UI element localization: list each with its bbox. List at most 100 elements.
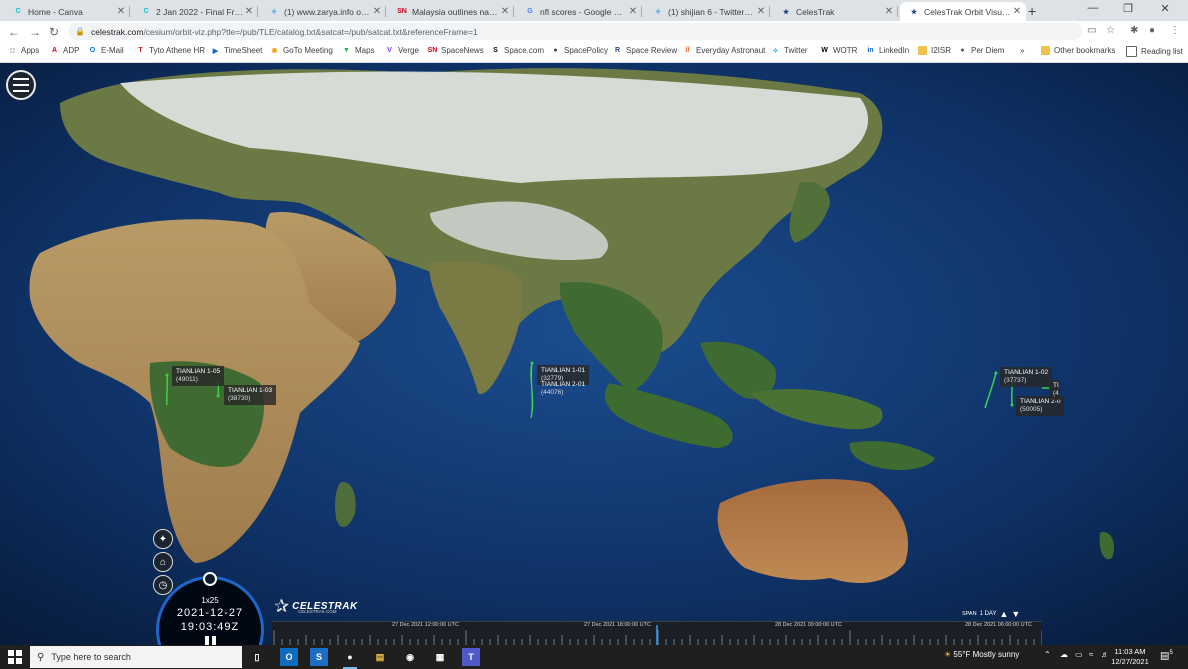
bookmarks-bar: » Other bookmarks Reading list ∷ Apps A ADP… <box>0 43 1188 63</box>
chrome-icon[interactable]: ● <box>341 648 359 669</box>
bookmark-spacenews[interactable]: SN SpaceNews <box>428 46 484 55</box>
teams-icon[interactable]: T <box>462 648 480 666</box>
bookmark-space-review[interactable]: R Space Review <box>613 46 677 55</box>
tab-4[interactable]: Gnfl scores - Google Search✕ <box>516 2 642 21</box>
taskbar-clock[interactable]: 11:03 AM 12/27/2021 <box>1110 647 1150 667</box>
outlook-icon[interactable]: O <box>280 648 298 666</box>
hamburger-menu-icon[interactable] <box>6 70 36 100</box>
satellite-label[interactable]: TIANLIAN 1-05 (49011) <box>172 366 225 386</box>
earth-map[interactable] <box>0 63 1188 645</box>
bookmark-per-diem[interactable]: ● Per Diem <box>958 46 1004 55</box>
satellite-label[interactable]: TIANLIAN 2-01 (44076) <box>537 379 589 399</box>
tab-close-icon[interactable]: ✕ <box>755 6 767 17</box>
gotomeeting-icon: ✺ <box>271 47 278 55</box>
more-menu-icon[interactable]: ⋮ <box>1170 25 1180 36</box>
tab-6[interactable]: ★ CelesTrak ✕ <box>772 2 898 21</box>
tab-3[interactable]: SNMalaysia outlines national✕ <box>388 2 514 21</box>
bookmark-timesheet[interactable]: ▶ TimeSheet <box>211 46 263 55</box>
weather-widget[interactable]: ☀ 55°F Mostly sunny <box>944 650 1019 659</box>
new-tab-button[interactable]: + <box>1028 3 1036 19</box>
install-icon[interactable]: ▭ <box>1087 25 1096 36</box>
tab-1[interactable]: C2 Jan 2022 - Final Frontier✕ <box>132 2 258 21</box>
bookmark-adp[interactable]: A ADP <box>50 46 79 55</box>
sun-icon: ☀ <box>944 650 952 659</box>
outlook-icon: O <box>89 47 96 54</box>
maps-icon: ▼ <box>343 47 350 54</box>
bookmark-maps[interactable]: ▼ Maps <box>342 46 375 55</box>
sat-marker <box>216 394 220 398</box>
forward-icon[interactable]: → <box>29 25 41 39</box>
back-icon[interactable]: ← <box>8 25 20 39</box>
skype-for-business-icon[interactable]: S <box>310 648 328 666</box>
satellite-label[interactable]: TI (4 <box>1049 380 1060 400</box>
extensions-icon[interactable]: ✱ <box>1130 25 1138 36</box>
notifications-icon[interactable]: ▤5 <box>1160 650 1173 661</box>
windows-start-icon[interactable] <box>8 650 22 664</box>
minimize-button[interactable]: — <box>1078 2 1108 14</box>
other-bookmarks[interactable]: Other bookmarks <box>1041 46 1115 55</box>
taskbar-search-box[interactable]: ⚲ Type here to search <box>30 646 242 668</box>
network-icon[interactable]: ▭ <box>1075 650 1083 659</box>
tab-close-icon[interactable]: ✕ <box>115 6 127 17</box>
bookmark-spacepolicy[interactable]: ● SpacePolicy <box>551 46 608 55</box>
volume-icon[interactable]: ♬ <box>1101 650 1109 659</box>
calculator-icon[interactable]: ▦ <box>431 648 449 666</box>
timeline-bar[interactable]: 27 Dec 2021 12:00:00 UTC 27 Dec 2021 18:… <box>272 621 1042 645</box>
satellite-label[interactable]: TIANLIAN 1-03 (38730) <box>224 385 277 405</box>
zoom-in-arrow-icon[interactable]: ▲ <box>999 609 1008 619</box>
bookmark-tyto-athene-hr[interactable]: T Tyto Athene HR <box>136 46 205 55</box>
bookmark-everyday-astronaut[interactable]: //Everyday Astronaut <box>683 46 766 55</box>
restore-button[interactable]: ❐ <box>1113 2 1143 15</box>
bookmark-twitter[interactable]: ✧ Twitter <box>771 46 808 55</box>
satellite-label[interactable]: TIANLIAN 1-02 (37737) <box>1000 367 1053 387</box>
address-bar[interactable]: 🔒 celestrak.com/cesium/orbit-viz.php?tle… <box>68 23 1082 40</box>
tab-close-icon[interactable]: ✕ <box>499 6 511 17</box>
bookmark-apps[interactable]: ∷ Apps <box>8 46 39 55</box>
app-icon[interactable]: ◉ <box>401 648 419 666</box>
speed-dial-knob[interactable] <box>203 572 217 586</box>
close-window-button[interactable]: ✕ <box>1150 2 1180 15</box>
spacepolicy-icon: ● <box>553 47 558 54</box>
playback-speed: 1x25 <box>201 596 219 605</box>
star-icon[interactable]: ☆ <box>1106 25 1115 36</box>
file-explorer-icon[interactable]: ▤ <box>371 648 389 666</box>
tab-2[interactable]: ✧(1) www.zarya.info on Twitter✕ <box>260 2 386 21</box>
bookmark-linkedin[interactable]: in LinkedIn <box>866 46 909 55</box>
tab-5[interactable]: ✧(1) shijian 6 - Twitter Search✕ <box>644 2 770 21</box>
reading-list-icon <box>1126 46 1137 57</box>
bookmarks-overflow-icon[interactable]: » <box>1020 46 1024 55</box>
zoom-out-arrow-icon[interactable]: ▼ <box>1011 609 1020 619</box>
home-icon[interactable]: ⌂ <box>153 552 173 572</box>
celestrak-star-icon: ✰ <box>274 596 290 616</box>
tab-close-icon[interactable]: ✕ <box>243 6 255 17</box>
spacenews-icon: SN <box>427 47 438 54</box>
bookmark-wotr[interactable]: W WOTR <box>820 46 857 55</box>
globe-viewport[interactable]: TIANLIAN 1-05 (49011) TIANLIAN 1-03 (38730… <box>0 63 1188 645</box>
profile-icon[interactable]: ● <box>1149 25 1155 36</box>
satellite-icon[interactable]: ✦ <box>153 529 173 549</box>
windows-taskbar: ⚲ Type here to search ▯ O S ● ▤ ◉ ▦ T ☀ … <box>0 645 1188 669</box>
bookmark-i2isr[interactable]: I2ISR <box>918 46 951 55</box>
reload-icon[interactable]: ↻ <box>49 25 59 39</box>
verge-icon: V <box>387 47 392 54</box>
task-view-icon[interactable]: ▯ <box>248 648 266 666</box>
tab-close-icon[interactable]: ✕ <box>371 6 383 17</box>
tab-close-icon[interactable]: ✕ <box>1011 6 1023 17</box>
bookmark-verge[interactable]: V Verge <box>385 46 419 55</box>
wifi-icon[interactable]: ≈ <box>1089 650 1093 659</box>
sat-marker <box>994 371 998 375</box>
tab-close-icon[interactable]: ✕ <box>627 6 639 17</box>
lock-icon[interactable]: 🔒 <box>75 27 85 36</box>
url-path: /cesium/orbit-viz.php?tle=/pub/TLE/catal… <box>143 26 478 37</box>
tab-close-icon[interactable]: ✕ <box>883 6 895 17</box>
pause-icon[interactable] <box>205 636 217 645</box>
reading-list[interactable]: Reading list <box>1126 46 1183 57</box>
tab-0[interactable]: C Home - Canva ✕ <box>4 2 130 21</box>
bookmark-e-mail[interactable]: O E-Mail <box>88 46 124 55</box>
tray-overflow-icon[interactable]: ⌃ <box>1044 650 1051 659</box>
onedrive-icon[interactable]: ☁ <box>1060 650 1068 659</box>
bookmark-space-com[interactable]: S Space.com <box>491 46 544 55</box>
tab-7[interactable]: ★CelesTrak Orbit Visualization✕ <box>900 2 1026 21</box>
bookmark-goto-meeting[interactable]: ✺ GoTo Meeting <box>270 46 333 55</box>
timeline-ticks <box>273 625 1042 645</box>
